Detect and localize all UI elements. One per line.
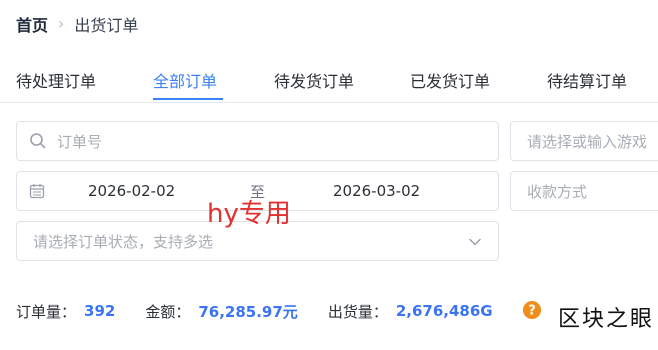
tab-shipped[interactable]: 已发货订单 xyxy=(410,68,490,92)
search-icon xyxy=(29,132,47,150)
help-icon[interactable]: ? xyxy=(522,300,542,324)
game-select[interactable]: 请选择或输入游戏 xyxy=(510,121,658,161)
breadcrumb-separator-icon: › xyxy=(58,14,65,33)
game-select-placeholder: 请选择或输入游戏 xyxy=(527,132,648,151)
order-count-label: 订单量： xyxy=(16,302,77,321)
breadcrumb-current: 出货订单 xyxy=(74,16,139,35)
date-end[interactable]: 2026-03-02 xyxy=(333,182,420,200)
order-summary: 订单量： 392 金额： 76,285.97元 出货量： 2,676,486G xyxy=(16,300,493,322)
order-status-placeholder: 请选择订单状态，支持多选 xyxy=(33,232,214,251)
tab-to-settle[interactable]: 待结算订单 xyxy=(547,68,627,92)
order-number-placeholder: 订单号 xyxy=(57,132,103,151)
shipped-label: 出货量： xyxy=(327,302,388,321)
breadcrumb: 首页 › 出货订单 xyxy=(16,12,138,36)
payment-method-placeholder: 收款方式 xyxy=(527,182,588,201)
tab-all[interactable]: 全部订单 xyxy=(153,68,217,92)
svg-text:?: ? xyxy=(528,304,536,319)
shipped-value: 2,676,486G xyxy=(395,302,493,320)
calendar-icon xyxy=(29,183,45,199)
date-start[interactable]: 2026-02-02 xyxy=(88,182,175,200)
tab-pending[interactable]: 待处理订单 xyxy=(16,68,96,92)
active-tab-indicator xyxy=(153,98,223,100)
amount-value: 76,285.97元 xyxy=(198,302,298,321)
overlay-annotation: hy专用 xyxy=(207,199,291,229)
order-number-input[interactable]: 订单号 xyxy=(16,121,499,161)
page: 首页 › 出货订单 待处理订单 全部订单 待发货订单 已发货订单 待结算订单 订… xyxy=(0,0,658,350)
tab-to-ship[interactable]: 待发货订单 xyxy=(274,68,354,92)
payment-method-select[interactable]: 收款方式 xyxy=(510,171,658,211)
order-tabs: 待处理订单 全部订单 待发货订单 已发货订单 待结算订单 xyxy=(0,62,658,103)
order-count-value: 392 xyxy=(84,302,116,320)
amount-label: 金额： xyxy=(145,302,191,321)
chevron-down-icon xyxy=(468,235,482,253)
breadcrumb-home[interactable]: 首页 xyxy=(16,12,48,36)
corner-watermark-text: 区块之眼 xyxy=(558,307,655,332)
